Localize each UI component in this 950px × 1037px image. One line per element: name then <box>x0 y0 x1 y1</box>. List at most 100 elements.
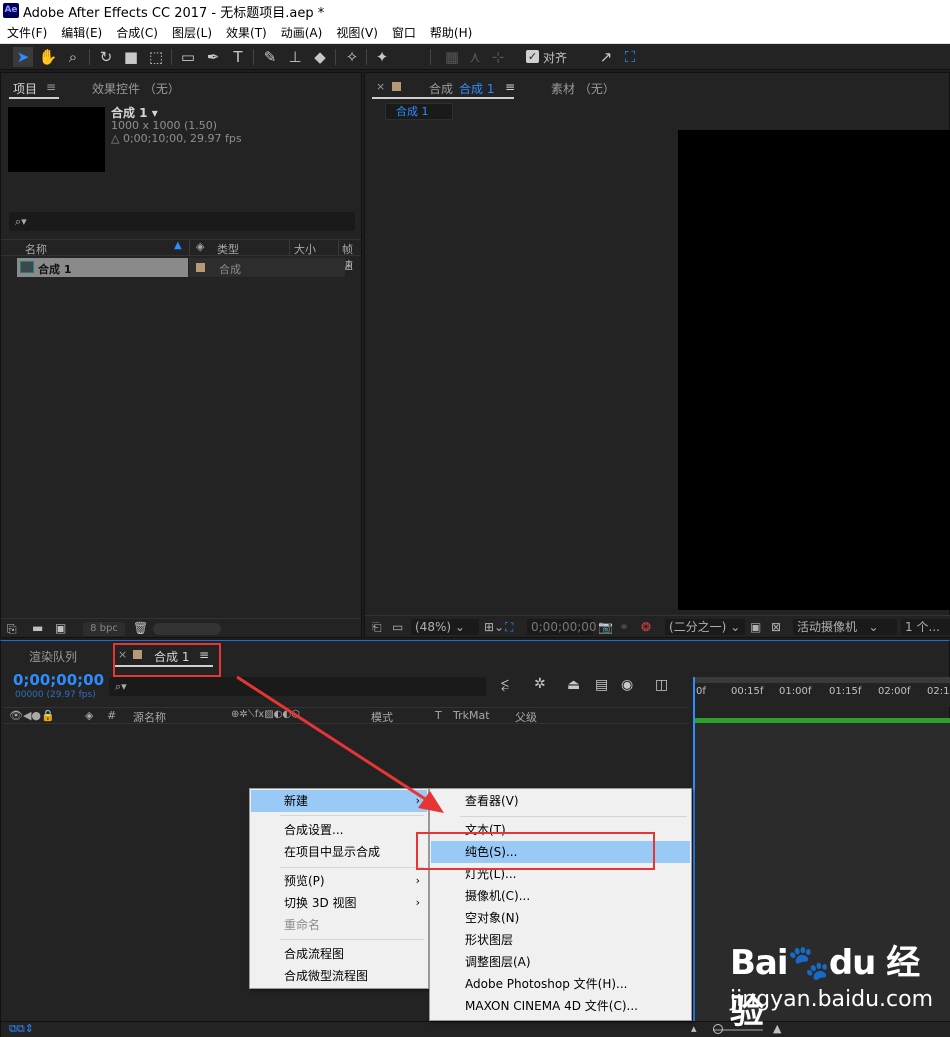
menu-effect[interactable]: 效果(T) <box>226 24 267 41</box>
panel-menu-icon[interactable]: ≡ <box>46 80 56 94</box>
submenu-item-adjustment-layer[interactable]: 调整图层(A) <box>431 951 690 973</box>
snapshot-icon[interactable]: 📷 <box>598 619 613 635</box>
column-name[interactable]: 名称 <box>25 241 47 257</box>
layer-switches-icons[interactable]: ⊕✲⟍fx▨◐◐⬡ <box>231 709 300 720</box>
menu-item-new[interactable]: 新建 › <box>251 790 427 812</box>
puppet-pin-tool-icon[interactable]: ✦ <box>372 47 392 67</box>
clone-stamp-tool-icon[interactable]: ⊥ <box>285 47 305 67</box>
menu-file[interactable]: 文件(F) <box>7 24 47 41</box>
column-parent[interactable]: 父级 <box>515 709 537 725</box>
view-axis-icon[interactable]: ⊹ <box>488 47 508 67</box>
snap-checkbox[interactable]: ✓ <box>526 50 539 63</box>
project-search-input[interactable]: ⌕▾ <box>9 212 355 231</box>
label-color-swatch[interactable] <box>196 263 205 272</box>
tab-render-queue[interactable]: 渲染队列 <box>29 648 77 665</box>
zoom-slider-handle[interactable] <box>713 1024 723 1034</box>
mask-visibility-icon[interactable]: ⛶ <box>505 619 513 635</box>
color-channels-icon[interactable]: ❂ <box>641 619 651 635</box>
layer-switches-toggle-icon[interactable]: ⧉⧉⇕ <box>9 1022 34 1036</box>
menu-item-reveal-in-project[interactable]: 在项目中显示合成 <box>251 841 427 863</box>
submenu-item-cinema4d-file[interactable]: MAXON CINEMA 4D 文件(C)... <box>431 995 690 1017</box>
selection-tool-icon[interactable]: ➤ <box>13 47 33 67</box>
work-area-bar[interactable] <box>693 677 950 683</box>
menu-help[interactable]: 帮助(H) <box>430 24 472 41</box>
brush-tool-icon[interactable]: ✎ <box>260 47 280 67</box>
panel-menu-icon[interactable]: ≡ <box>505 80 515 94</box>
draft-3d-icon[interactable]: ✲ <box>534 676 546 692</box>
label-tag-icon[interactable]: ◈ <box>196 240 204 253</box>
sort-ascending-icon[interactable]: ▲ <box>174 240 182 251</box>
local-axis-icon[interactable]: ▦ <box>442 47 462 67</box>
world-axis-icon[interactable]: ⋏ <box>465 47 485 67</box>
rectangle-tool-icon[interactable]: ▭ <box>178 47 198 67</box>
zoom-out-icon[interactable]: ▴ <box>691 1022 697 1035</box>
show-snapshot-icon[interactable]: ⚭ <box>619 619 629 635</box>
composition-canvas[interactable] <box>678 130 950 610</box>
monitor-icon[interactable]: ▭ <box>392 619 403 635</box>
view-layout-dropdown[interactable]: 1 个... <box>901 619 950 635</box>
snap-edges-icon[interactable]: ↗ <box>596 47 616 67</box>
bit-depth-button[interactable]: 8 bpc <box>83 622 125 636</box>
tab-effect-controls[interactable]: 效果控件 （无） <box>92 80 180 97</box>
transparency-grid-icon[interactable]: ⊠ <box>771 619 781 635</box>
column-trkmat[interactable]: TrkMat <box>453 709 490 722</box>
grid-guides-icon[interactable]: ⊞⌄ <box>484 619 504 635</box>
comp-breadcrumb[interactable]: 合成 1 <box>385 103 453 120</box>
eraser-tool-icon[interactable]: ◆ <box>310 47 330 67</box>
camera-tool-icon[interactable]: ■ <box>121 47 141 67</box>
column-type[interactable]: 类型 <box>217 241 239 257</box>
tab-project[interactable]: 项目 <box>13 80 37 97</box>
close-tab-icon[interactable]: × <box>376 80 385 93</box>
menu-composition[interactable]: 合成(C) <box>116 24 158 41</box>
project-item-row[interactable]: 合成 1 合成 ⛙ <box>1 258 361 277</box>
submenu-item-camera[interactable]: 摄像机(C)... <box>431 885 690 907</box>
menu-item-comp-flowchart[interactable]: 合成流程图 <box>251 943 427 965</box>
magnification-dropdown[interactable]: (48%) ⌄ <box>411 619 479 635</box>
submenu-item-null-object[interactable]: 空对象(N) <box>431 907 690 929</box>
menu-edit[interactable]: 编辑(E) <box>61 24 102 41</box>
new-comp-icon[interactable]: ▣ <box>55 621 66 635</box>
snap-features-icon[interactable]: ⛶ <box>620 47 640 67</box>
menu-item-comp-settings[interactable]: 合成设置... <box>251 819 427 841</box>
pan-behind-tool-icon[interactable]: ⬚ <box>146 47 166 67</box>
new-folder-icon[interactable]: ▬ <box>32 621 43 635</box>
resolution-dropdown[interactable]: (二分之一) ⌄ <box>665 619 745 635</box>
menu-layer[interactable]: 图层(L) <box>172 24 212 41</box>
trash-icon[interactable]: 🗑 <box>133 621 148 635</box>
shy-layers-icon[interactable]: ⏏ <box>567 677 580 693</box>
hand-tool-icon[interactable]: ✋ <box>38 47 58 67</box>
zoom-tool-icon[interactable]: ⌕ <box>63 47 83 67</box>
timeline-current-time[interactable]: 0;00;00;00 <box>13 671 104 689</box>
pen-tool-icon[interactable]: ✒ <box>203 47 223 67</box>
type-tool-icon[interactable]: T <box>228 47 248 67</box>
submenu-item-shape-layer[interactable]: 形状图层 <box>431 929 690 951</box>
av-features-icons[interactable]: 👁◀●🔒 <box>9 709 55 722</box>
column-size[interactable]: 大小 <box>294 241 316 257</box>
column-mode[interactable]: 模式 <box>371 709 393 725</box>
timeline-search-input[interactable]: ⌕▾ <box>109 677 486 696</box>
rotate-tool-icon[interactable]: ↻ <box>96 47 116 67</box>
menu-item-switch-3d-view[interactable]: 切换 3D 视图 › <box>251 892 427 914</box>
viewer-tab-comp[interactable]: 合成 1 <box>459 80 494 97</box>
submenu-item-viewer[interactable]: 查看器(V) <box>431 790 690 812</box>
always-preview-icon[interactable]: ⎗ <box>372 619 382 635</box>
menu-item-comp-mini-flowchart[interactable]: 合成微型流程图 <box>251 965 427 987</box>
menu-window[interactable]: 窗口 <box>392 24 416 41</box>
viewer-tab-prefix[interactable]: 合成 <box>429 80 453 97</box>
current-time-field[interactable]: 0;00;00;00 <box>527 619 597 635</box>
frame-blending-icon[interactable]: ▤ <box>595 677 608 693</box>
column-source-name[interactable]: 源名称 <box>133 709 166 725</box>
flowchart-icon[interactable]: ⛙ <box>345 260 353 275</box>
tab-footage[interactable]: 素材 （无） <box>551 80 615 97</box>
menu-animation[interactable]: 动画(A) <box>281 24 323 41</box>
motion-blur-icon[interactable]: ◉ <box>621 677 633 693</box>
thumbnail-scrollbar[interactable] <box>153 623 221 635</box>
submenu-item-photoshop-file[interactable]: Adobe Photoshop 文件(H)... <box>431 973 690 995</box>
graph-editor-icon[interactable]: ◫ <box>655 677 668 693</box>
menu-view[interactable]: 视图(V) <box>336 24 378 41</box>
region-of-interest-icon[interactable]: ▣ <box>750 619 761 635</box>
interpret-footage-icon[interactable]: ⎘ <box>7 622 17 637</box>
roto-brush-tool-icon[interactable]: ✧ <box>342 47 362 67</box>
current-time-indicator[interactable] <box>693 677 695 1021</box>
label-tag-icon[interactable]: ◈ <box>85 709 93 722</box>
